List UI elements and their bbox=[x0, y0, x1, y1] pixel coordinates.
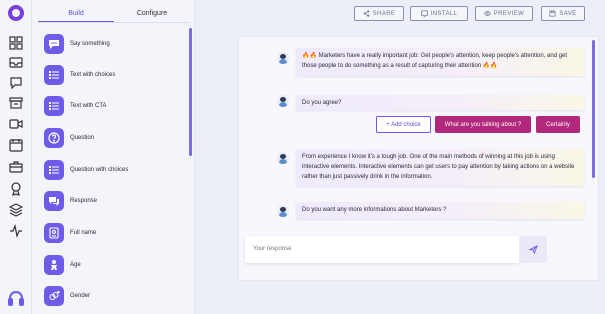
block-label: Question bbox=[70, 135, 95, 141]
message-bubble[interactable]: Do you agree? bbox=[296, 95, 584, 110]
block-text-with-cta[interactable]: Text with CTA bbox=[44, 96, 107, 116]
install-button[interactable]: INSTALL bbox=[410, 6, 468, 21]
left-rail bbox=[0, 0, 32, 314]
block-label: Age bbox=[70, 262, 81, 268]
briefcase-icon[interactable] bbox=[9, 160, 23, 174]
app-root: Build Configure Say something Text with … bbox=[0, 0, 605, 314]
question-icon bbox=[44, 128, 64, 148]
bot-avatar bbox=[277, 95, 289, 107]
tab-configure[interactable]: Configure bbox=[114, 6, 190, 22]
send-button[interactable] bbox=[520, 236, 547, 263]
inbox-icon[interactable] bbox=[9, 56, 23, 70]
tab-divider bbox=[38, 22, 190, 23]
block-label: Text with choices bbox=[70, 72, 116, 78]
save-button[interactable]: SAVE bbox=[541, 6, 585, 21]
panel-tabs: Build Configure bbox=[38, 6, 190, 22]
preview-label: PREVIEW bbox=[493, 10, 525, 17]
message-bubble[interactable]: 🔥🔥 Marketers have a really important job… bbox=[296, 48, 584, 76]
speech-bubble-icon bbox=[44, 34, 64, 54]
list-icon bbox=[44, 160, 64, 180]
headset-icon[interactable] bbox=[7, 289, 25, 307]
archive-icon[interactable] bbox=[9, 96, 23, 110]
share-icon bbox=[363, 10, 369, 17]
bot-avatar bbox=[277, 205, 289, 217]
list-icon bbox=[44, 65, 64, 85]
save-label: SAVE bbox=[559, 10, 577, 17]
preview-button[interactable]: PREVIEW bbox=[475, 6, 533, 21]
block-label: Text with CTA bbox=[70, 103, 107, 109]
chat-scrollbar[interactable] bbox=[592, 40, 595, 178]
chat-icon bbox=[44, 191, 64, 211]
grid-icon[interactable] bbox=[9, 36, 23, 50]
add-choice-button[interactable]: + Add choice bbox=[376, 116, 431, 133]
save-icon bbox=[549, 10, 556, 17]
block-text-with-choices[interactable]: Text with choices bbox=[44, 65, 115, 85]
install-label: INSTALL bbox=[430, 10, 458, 17]
bot-avatar bbox=[277, 152, 289, 164]
bot-avatar bbox=[277, 52, 289, 64]
share-button[interactable]: SHARE bbox=[354, 6, 404, 21]
baby-icon bbox=[44, 255, 64, 275]
builder-panel: Build Configure Say something Text with … bbox=[32, 0, 195, 314]
block-label: Question with choices bbox=[70, 167, 129, 173]
block-label: Gender bbox=[70, 293, 91, 299]
block-label: Full name bbox=[70, 230, 97, 236]
block-label: Response bbox=[70, 198, 98, 204]
award-icon[interactable] bbox=[9, 182, 23, 196]
block-question-with-choices[interactable]: Question with choices bbox=[44, 160, 128, 180]
message-bubble[interactable]: From experience I know it's a tough job.… bbox=[296, 149, 584, 186]
calendar-icon[interactable] bbox=[9, 138, 23, 152]
message-bubble[interactable]: Do you want any more informations about … bbox=[296, 202, 584, 219]
install-icon bbox=[420, 10, 428, 17]
block-full-name[interactable]: Full name bbox=[44, 223, 96, 243]
eye-icon bbox=[483, 10, 491, 17]
block-say-something[interactable]: Say something bbox=[44, 34, 110, 54]
send-icon bbox=[529, 245, 538, 254]
activity-icon[interactable] bbox=[9, 224, 23, 238]
gender-icon bbox=[44, 286, 64, 306]
block-age[interactable]: Age bbox=[44, 255, 81, 275]
block-gender[interactable]: Gender bbox=[44, 286, 90, 306]
video-icon[interactable] bbox=[9, 117, 23, 131]
panel-scrollbar[interactable] bbox=[189, 28, 192, 156]
choice-button[interactable]: What are you talking about ? bbox=[435, 116, 531, 133]
list-icon bbox=[44, 96, 64, 116]
share-label: SHARE bbox=[372, 10, 396, 17]
block-question[interactable]: Question bbox=[44, 128, 94, 148]
choice-button[interactable]: Certainly bbox=[536, 116, 580, 133]
block-label: Say something bbox=[70, 41, 110, 47]
id-card-icon bbox=[44, 223, 64, 243]
response-input[interactable]: Your response bbox=[245, 236, 519, 263]
app-logo-icon[interactable] bbox=[8, 5, 24, 21]
tab-build[interactable]: Build bbox=[38, 6, 114, 22]
layers-icon[interactable] bbox=[9, 203, 23, 217]
message-icon[interactable] bbox=[9, 76, 23, 90]
block-response[interactable]: Response bbox=[44, 191, 97, 211]
